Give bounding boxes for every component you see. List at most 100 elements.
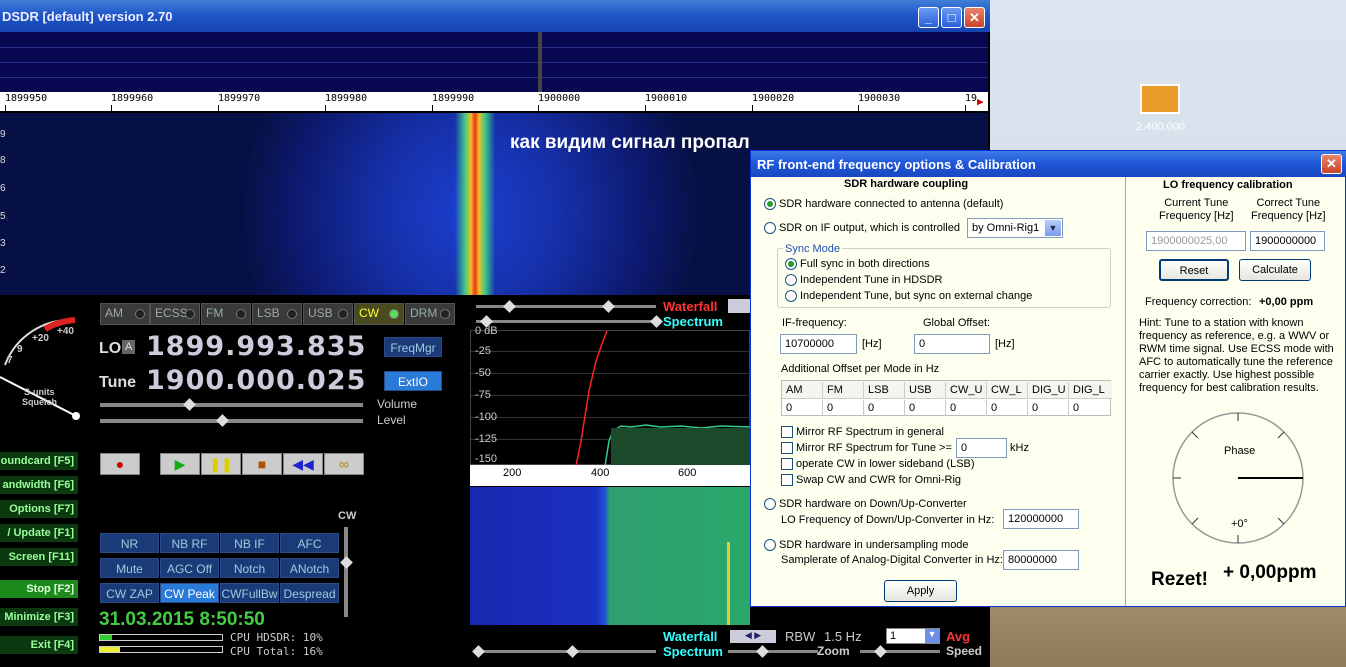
update-button[interactable]: / Update [F1] — [0, 524, 78, 542]
agc-button[interactable]: AGC Off — [160, 558, 219, 578]
offset-cell[interactable]: 0 — [782, 400, 823, 416]
maximize-button[interactable]: □ — [941, 7, 962, 28]
rbw-value: 1.5 Hz — [824, 629, 862, 644]
level-slider[interactable] — [100, 419, 363, 423]
frequency-ruler[interactable]: 1899950 1899960 1899970 1899980 1899990 … — [0, 92, 988, 112]
offset-cell[interactable]: 0 — [864, 400, 905, 416]
if-frequency-input[interactable]: 10700000 — [780, 334, 857, 354]
mirror-general-checkbox[interactable] — [781, 426, 793, 438]
phase-degree: +0° — [1231, 518, 1248, 530]
desktop-file-icon[interactable] — [1140, 84, 1180, 114]
if-output-radio[interactable] — [764, 222, 776, 234]
cw-bandwidth-slider[interactable] — [344, 527, 348, 617]
global-offset-input[interactable]: 0 — [914, 334, 990, 354]
nr-button[interactable]: NR — [100, 533, 159, 553]
stop-playback-button[interactable]: ■ — [242, 453, 282, 475]
sync-full-radio[interactable] — [785, 258, 797, 270]
cw-zap-button[interactable]: CW ZAP — [100, 583, 159, 603]
minimize-button[interactable]: _ — [918, 7, 939, 28]
swap-cw-checkbox[interactable] — [781, 474, 793, 486]
record-button[interactable]: ● — [100, 453, 140, 475]
play-button[interactable]: ▶ — [160, 453, 200, 475]
downconverter-lo-input[interactable]: 120000000 — [1003, 509, 1079, 529]
ppm-annotation: + 0,00ppm — [1223, 562, 1317, 583]
avg-select[interactable]: 1 ▼ — [886, 628, 940, 644]
mode-cw-button[interactable]: CW — [354, 303, 404, 325]
cw-peak-button[interactable]: CW Peak — [160, 583, 219, 603]
downconverter-radio[interactable] — [764, 498, 776, 510]
offset-cell[interactable]: 0 — [823, 400, 864, 416]
samplerate-input[interactable]: 80000000 — [1003, 550, 1079, 570]
rf-spectrum-display[interactable] — [0, 32, 988, 92]
lo-frequency[interactable]: 1899.993.835 — [146, 331, 366, 362]
zoom-slider[interactable] — [728, 650, 818, 653]
notch-button[interactable]: Notch — [220, 558, 279, 578]
dialog-close-button[interactable]: ✕ — [1321, 154, 1342, 174]
rewind-button[interactable]: ◀◀ — [283, 453, 323, 475]
pause-button[interactable]: ❚❚ — [201, 453, 241, 475]
audio-spectrum[interactable]: 0 dB -25 -50 -75 -100 -125 -150 — [470, 325, 751, 466]
offset-cell[interactable]: 0 — [987, 400, 1028, 416]
sync-mode-label: Sync Mode — [783, 243, 843, 255]
omnirig-select[interactable]: by Omni-Rig1 ▼ — [967, 218, 1063, 238]
ruler-label: 1899950 — [5, 93, 48, 104]
speed-slider[interactable] — [860, 650, 940, 653]
mode-fm-button[interactable]: FM — [201, 303, 251, 325]
mode-drm-button[interactable]: DRM — [405, 303, 455, 325]
mode-dropdown[interactable] — [728, 299, 750, 313]
apply-button[interactable]: Apply — [884, 580, 957, 602]
volume-label: Volume — [377, 397, 418, 411]
spectrum-slider[interactable] — [476, 320, 656, 323]
stop-button[interactable]: Stop [F2] — [0, 580, 78, 598]
squelch-label: Squelch — [22, 397, 58, 407]
volume-slider[interactable] — [100, 403, 363, 407]
tune-cursor[interactable] — [538, 32, 542, 92]
mute-button[interactable]: Mute — [100, 558, 159, 578]
col-header: DIG_L — [1073, 384, 1105, 396]
mode-ecss-button[interactable]: ECSS — [150, 303, 200, 325]
tune-frequency[interactable]: 1900.000.025 — [146, 365, 366, 396]
extio-button[interactable]: ExtIO — [384, 371, 442, 391]
close-button[interactable]: ✕ — [964, 7, 985, 28]
calculate-button[interactable]: Calculate — [1239, 259, 1311, 281]
despread-button[interactable]: Despread — [280, 583, 339, 603]
options-button[interactable]: Options [F7] — [0, 500, 78, 518]
audio-freq-label: 400 — [591, 467, 610, 479]
offset-cell[interactable]: 0 — [1028, 400, 1069, 416]
correct-tune-input[interactable]: 1900000000 — [1250, 231, 1325, 251]
audio-waterfall[interactable] — [470, 487, 750, 625]
mirror-tune-input[interactable]: 0 — [956, 438, 1007, 458]
exit-button[interactable]: Exit [F4] — [0, 636, 78, 654]
offset-cell[interactable]: 0 — [1069, 400, 1112, 416]
antenna-radio[interactable] — [764, 198, 776, 210]
bandwidth-button[interactable]: andwidth [F6] — [0, 476, 78, 494]
nb-if-button[interactable]: NB IF — [220, 533, 279, 553]
mode-am-button[interactable]: AM — [100, 303, 150, 325]
mode-lsb-button[interactable]: LSB — [252, 303, 302, 325]
undersampling-radio[interactable] — [764, 539, 776, 551]
anotch-button[interactable]: ANotch — [280, 558, 339, 578]
nb-rf-button[interactable]: NB RF — [160, 533, 219, 553]
cw-fullbw-button[interactable]: CWFullBw — [220, 583, 279, 603]
offset-cell[interactable]: 0 — [946, 400, 987, 416]
audio-freq-ruler[interactable]: 200 400 600 — [470, 465, 750, 487]
cw-lsb-checkbox[interactable] — [781, 458, 793, 470]
mirror-tune-checkbox[interactable] — [781, 442, 793, 454]
soundcard-button[interactable]: oundcard [F5] — [0, 452, 78, 470]
sync-external-radio[interactable] — [785, 290, 797, 302]
avg-label: Avg — [946, 629, 971, 644]
afc-button[interactable]: AFC — [280, 533, 339, 553]
minimize-app-button[interactable]: Minimize [F3] — [0, 608, 78, 626]
reset-button[interactable]: Reset — [1159, 259, 1229, 281]
lo-badge[interactable]: A — [122, 340, 136, 354]
scroll-right-icon[interactable]: ▶ — [977, 95, 984, 108]
title-bar: DSDR [default] version 2.70 _ □ ✕ — [0, 0, 990, 32]
rbw-stepper[interactable]: ◀ ▶ — [730, 630, 776, 643]
freqmgr-button[interactable]: FreqMgr — [384, 337, 442, 357]
screen-button[interactable]: Screen [F11] — [0, 548, 78, 566]
downconverter-lo-label: LO Frequency of Down/Up-Converter in Hz: — [781, 514, 995, 526]
offset-cell[interactable]: 0 — [905, 400, 946, 416]
loop-button[interactable]: ∞ — [324, 453, 364, 475]
sync-independent-radio[interactable] — [785, 274, 797, 286]
mode-usb-button[interactable]: USB — [303, 303, 353, 325]
